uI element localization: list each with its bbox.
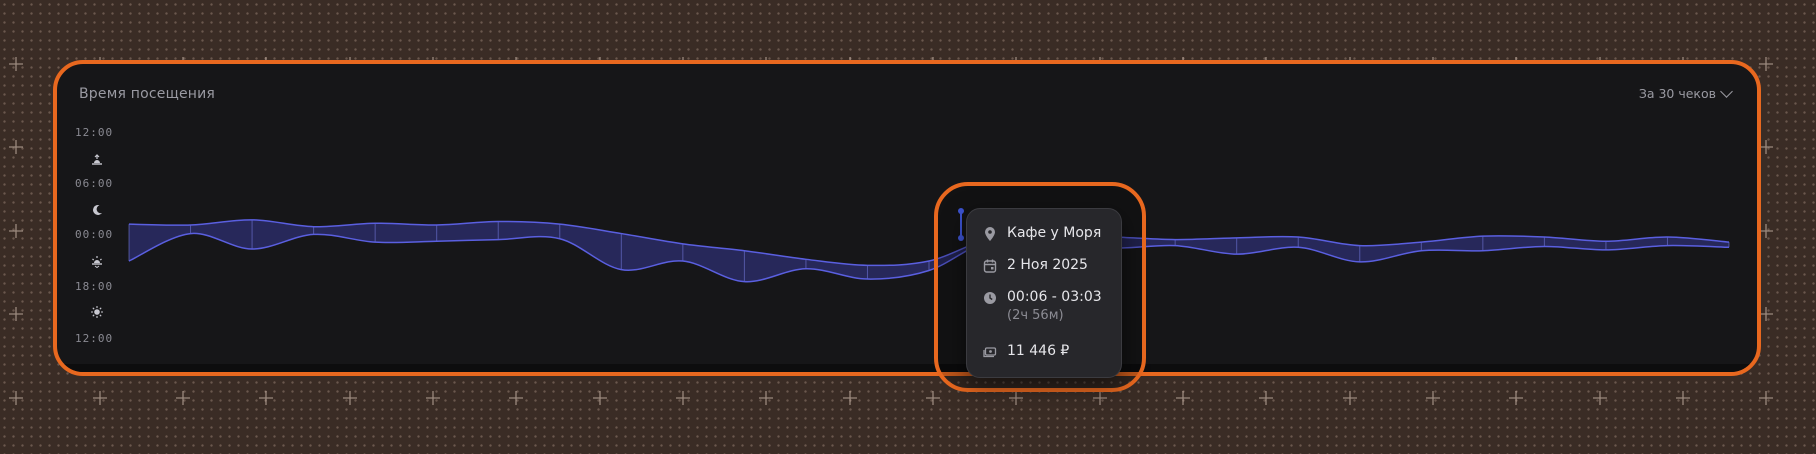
tooltip-time-range: 00:06 - 03:03: [1007, 289, 1102, 305]
plus-mark: [9, 57, 23, 71]
visit-band-chart: [128, 208, 1730, 283]
tooltip-place-row: Кафе у Моря: [983, 225, 1101, 242]
plus-mark: [759, 391, 773, 405]
map-pin-icon: [985, 227, 995, 241]
plus-mark: [259, 391, 273, 405]
tooltip-duration: (2ч 56м): [1007, 308, 1064, 323]
plus-mark: [1259, 391, 1273, 405]
plus-mark: [1759, 307, 1773, 321]
plus-mark: [926, 391, 940, 405]
plus-mark: [9, 140, 23, 154]
plus-mark: [1343, 391, 1357, 405]
plus-mark: [1176, 391, 1190, 405]
plus-mark: [843, 391, 857, 405]
tooltip-date: 2 Ноя 2025: [1007, 257, 1088, 273]
plus-mark: [1759, 224, 1773, 238]
plus-mark: [9, 391, 23, 405]
plus-mark: [1426, 391, 1440, 405]
plus-mark: [176, 391, 190, 405]
plus-mark: [1593, 391, 1607, 405]
plus-mark: [343, 391, 357, 405]
tooltip-time-row: 00:06 - 03:03 (2ч 56м): [983, 289, 1102, 323]
cash-icon: [983, 347, 997, 358]
tooltip-date-row: 2 Ноя 2025: [983, 257, 1088, 274]
plus-mark: [9, 307, 23, 321]
plus-mark: [1093, 391, 1107, 405]
plus-mark: [1676, 391, 1690, 405]
visit-time-card: Время посещения За 30 чеков 12:00 06:00 …: [53, 60, 1761, 376]
tooltip-place: Кафе у Моря: [1007, 225, 1102, 241]
plus-mark: [426, 391, 440, 405]
plus-mark: [1009, 391, 1023, 405]
plus-mark: [1509, 391, 1523, 405]
plus-mark: [93, 391, 107, 405]
calendar-icon: [983, 259, 997, 273]
tooltip-amount-row: 11 446 ₽: [983, 343, 1069, 360]
plus-mark: [593, 391, 607, 405]
tooltip-amount: 11 446 ₽: [1007, 343, 1070, 359]
plus-mark: [509, 391, 523, 405]
plus-mark: [1759, 140, 1773, 154]
plus-mark: [1759, 57, 1773, 71]
plus-mark: [9, 224, 23, 238]
clock-icon: [984, 292, 996, 304]
plus-mark: [676, 391, 690, 405]
visit-tooltip: Кафе у Моря 2 Ноя 2025 00:06 - 03:03 (2ч…: [966, 208, 1122, 378]
tooltip-time-block: 00:06 - 03:03 (2ч 56м): [1007, 289, 1102, 323]
canvas-frame: Время посещения За 30 чеков 12:00 06:00 …: [0, 0, 1816, 454]
plus-mark: [1759, 391, 1773, 405]
